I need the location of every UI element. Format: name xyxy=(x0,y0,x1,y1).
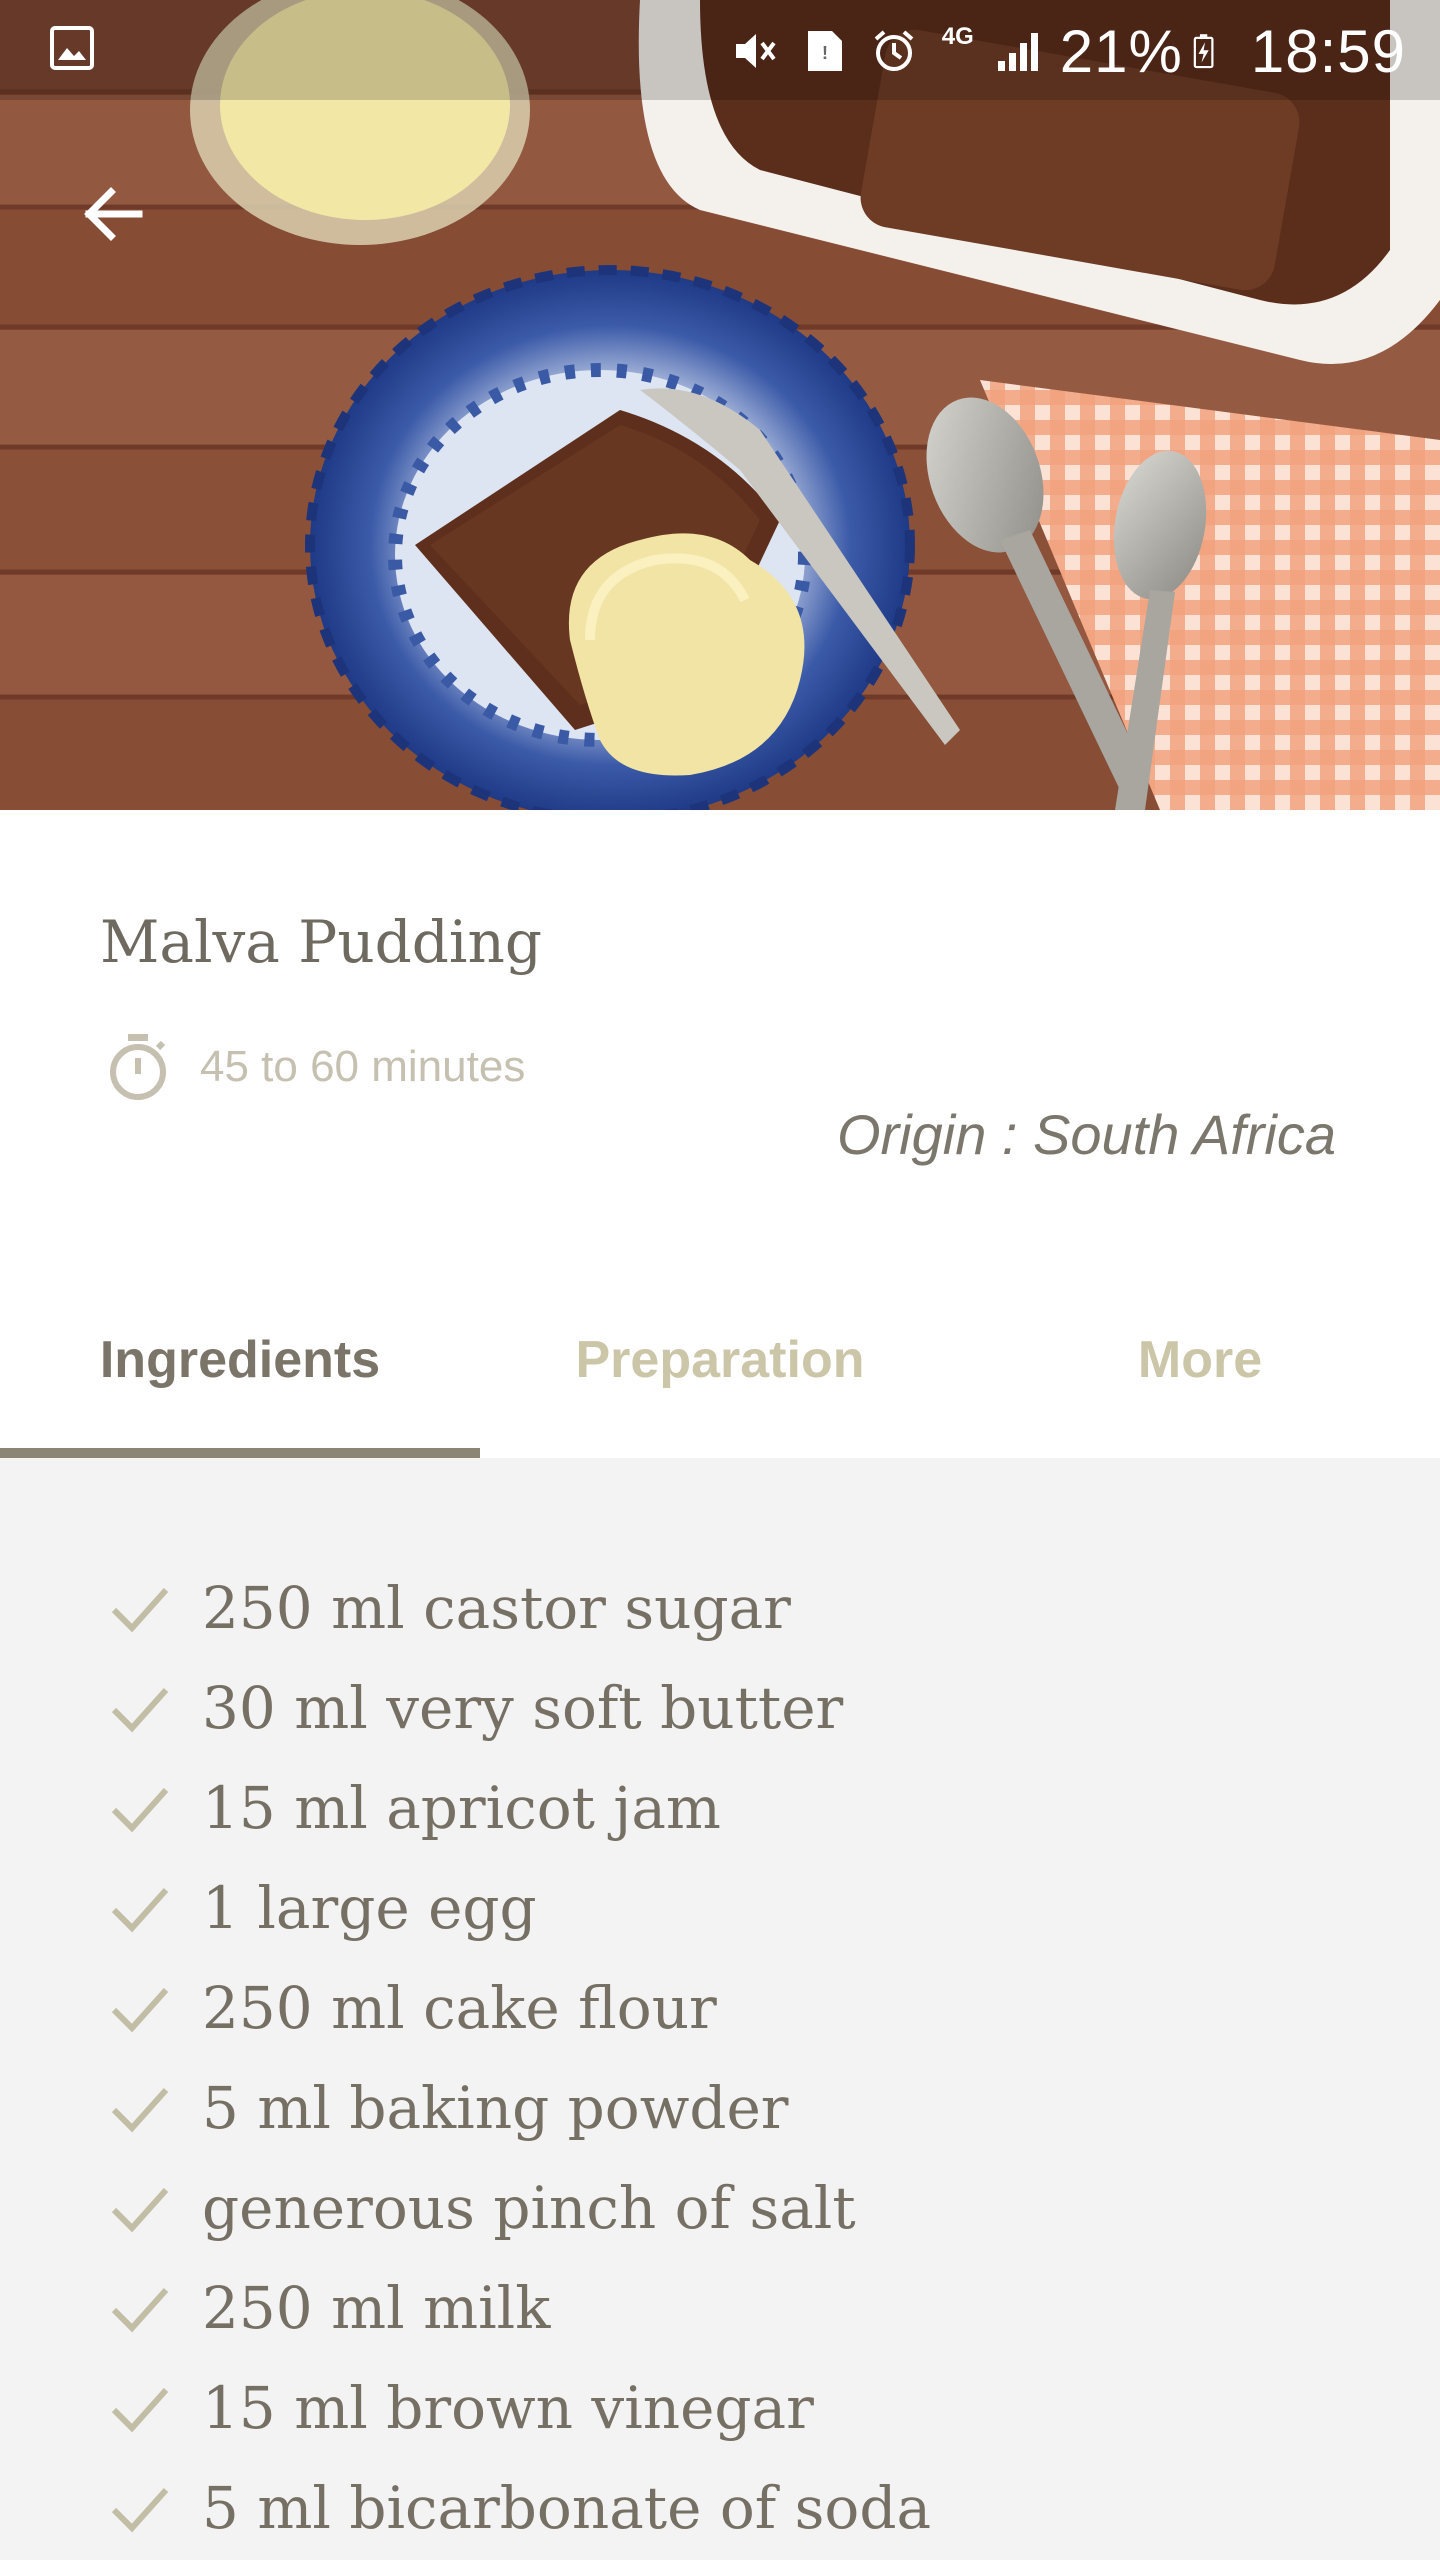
ingredient-text: generous pinch of salt xyxy=(202,2174,856,2242)
list-item: 250 ml castor sugar xyxy=(108,1558,931,1658)
tab-bar: Ingredients Preparation More xyxy=(0,1262,1440,1458)
active-tab-indicator xyxy=(0,1448,480,1458)
network-type: 4G xyxy=(941,23,974,50)
recipe-title: Malva Pudding xyxy=(100,908,542,976)
recipe-origin: Origin : South Africa xyxy=(836,1103,1336,1166)
duration-row: 45 to 60 minutes xyxy=(106,1032,525,1102)
ingredient-text: 5 ml bicarbonate of soda xyxy=(202,2474,932,2542)
hero-image xyxy=(0,0,1440,810)
stopwatch-icon xyxy=(110,1034,166,1100)
signal-icon xyxy=(997,33,1038,71)
ingredient-text: 15 ml apricot jam xyxy=(202,1774,721,1842)
check-icon xyxy=(111,1687,169,1733)
tab-ingredients[interactable]: Ingredients xyxy=(0,1262,480,1458)
ingredient-text: 250 ml castor sugar xyxy=(202,1574,791,1642)
list-item: 15 ml apricot jam xyxy=(108,1758,931,1858)
battery-percentage: 21% xyxy=(1059,17,1183,85)
back-button[interactable] xyxy=(70,172,154,256)
check-icon xyxy=(111,2187,169,2233)
ingredient-text: 1 large egg xyxy=(202,1874,537,1942)
list-item: 5 ml baking powder xyxy=(108,2058,931,2158)
ingredient-text: 250 ml cake flour xyxy=(202,1974,717,2042)
check-icon xyxy=(111,2287,169,2333)
ingredient-text: 250 ml milk xyxy=(202,2274,551,2342)
check-icon xyxy=(111,2487,169,2533)
ingredient-text: 30 ml very soft butter xyxy=(202,1674,844,1742)
tab-preparation[interactable]: Preparation xyxy=(480,1262,960,1458)
cook-duration: 45 to 60 minutes xyxy=(200,1042,526,1091)
list-item: 30 ml very soft butter xyxy=(108,1658,931,1758)
check-icon xyxy=(111,2087,169,2133)
check-icon xyxy=(111,2387,169,2433)
ingredients-list: 250 ml castor sugar 30 ml very soft butt… xyxy=(108,1558,931,2558)
tab-more[interactable]: More xyxy=(960,1262,1440,1458)
battery-charging-icon xyxy=(1193,34,1214,69)
svg-text:!: ! xyxy=(822,43,828,63)
ingredient-text: 15 ml brown vinegar xyxy=(202,2374,814,2442)
ingredients-panel: 250 ml castor sugar 30 ml very soft butt… xyxy=(0,1458,1440,2560)
list-item: 1 large egg xyxy=(108,1858,931,1958)
list-item: 15 ml brown vinegar xyxy=(108,2358,931,2458)
list-item: 5 ml bicarbonate of soda xyxy=(108,2458,931,2558)
list-item: 250 ml milk xyxy=(108,2258,931,2358)
alarm-icon xyxy=(874,30,914,71)
check-icon xyxy=(111,1787,169,1833)
check-icon xyxy=(111,1987,169,2033)
list-item: generous pinch of salt xyxy=(108,2158,931,2258)
check-icon xyxy=(111,1587,169,1633)
status-bar: ! 4G 21% 18:59 xyxy=(0,0,1440,100)
check-icon xyxy=(111,1887,169,1933)
mute-icon xyxy=(735,34,776,68)
clock-time: 18:59 xyxy=(1250,17,1406,85)
ingredient-text: 5 ml baking powder xyxy=(202,2074,789,2142)
sim-icon: ! xyxy=(807,31,842,71)
arrow-left-icon xyxy=(84,187,143,241)
gallery-icon xyxy=(50,26,94,70)
list-item: 250 ml cake flour xyxy=(108,1958,931,2058)
